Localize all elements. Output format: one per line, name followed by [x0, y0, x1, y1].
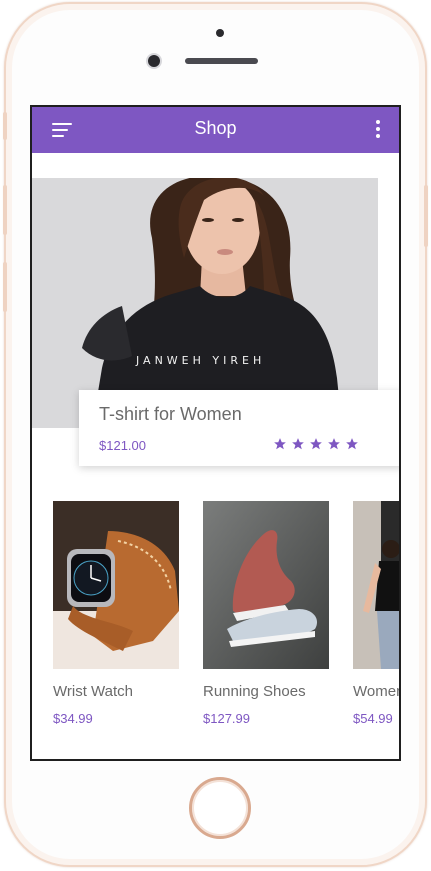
product-name: Women: [353, 683, 401, 700]
star-icon: [310, 438, 322, 450]
product-image-women-apparel[interactable]: [353, 501, 399, 669]
product-price: $127.99: [203, 711, 250, 726]
silent-switch[interactable]: [3, 112, 7, 140]
app-bar: Shop: [32, 107, 399, 153]
volume-up-button[interactable]: [3, 185, 7, 235]
product-image-running-shoes[interactable]: [203, 501, 329, 669]
proximity-sensor: [216, 29, 224, 37]
app-screen: Shop JANWEH YIREH T-shirt for Women $121…: [30, 105, 401, 761]
star-icon: [346, 438, 358, 450]
star-icon: [328, 438, 340, 450]
featured-product-card[interactable]: T-shirt for Women $121.00: [79, 390, 399, 466]
product-name: Running Shoes: [203, 683, 306, 700]
product-price: $34.99: [53, 711, 93, 726]
home-button[interactable]: [189, 777, 251, 839]
earpiece-speaker: [185, 58, 258, 64]
product-image-wrist-watch[interactable]: [53, 501, 179, 669]
star-icon: [292, 438, 304, 450]
featured-product-price: $121.00: [99, 438, 146, 453]
shirt-print-text: JANWEH YIREH: [135, 354, 265, 367]
more-vertical-icon[interactable]: [375, 120, 381, 140]
star-icon: [274, 438, 286, 450]
product-price: $54.99: [353, 711, 393, 726]
page-title: Shop: [194, 118, 237, 138]
volume-down-button[interactable]: [3, 262, 7, 312]
power-button[interactable]: [424, 185, 428, 247]
rating-stars: [273, 436, 363, 450]
featured-product-title: T-shirt for Women: [99, 404, 242, 424]
product-name: Wrist Watch: [53, 683, 134, 700]
front-camera: [148, 55, 160, 67]
